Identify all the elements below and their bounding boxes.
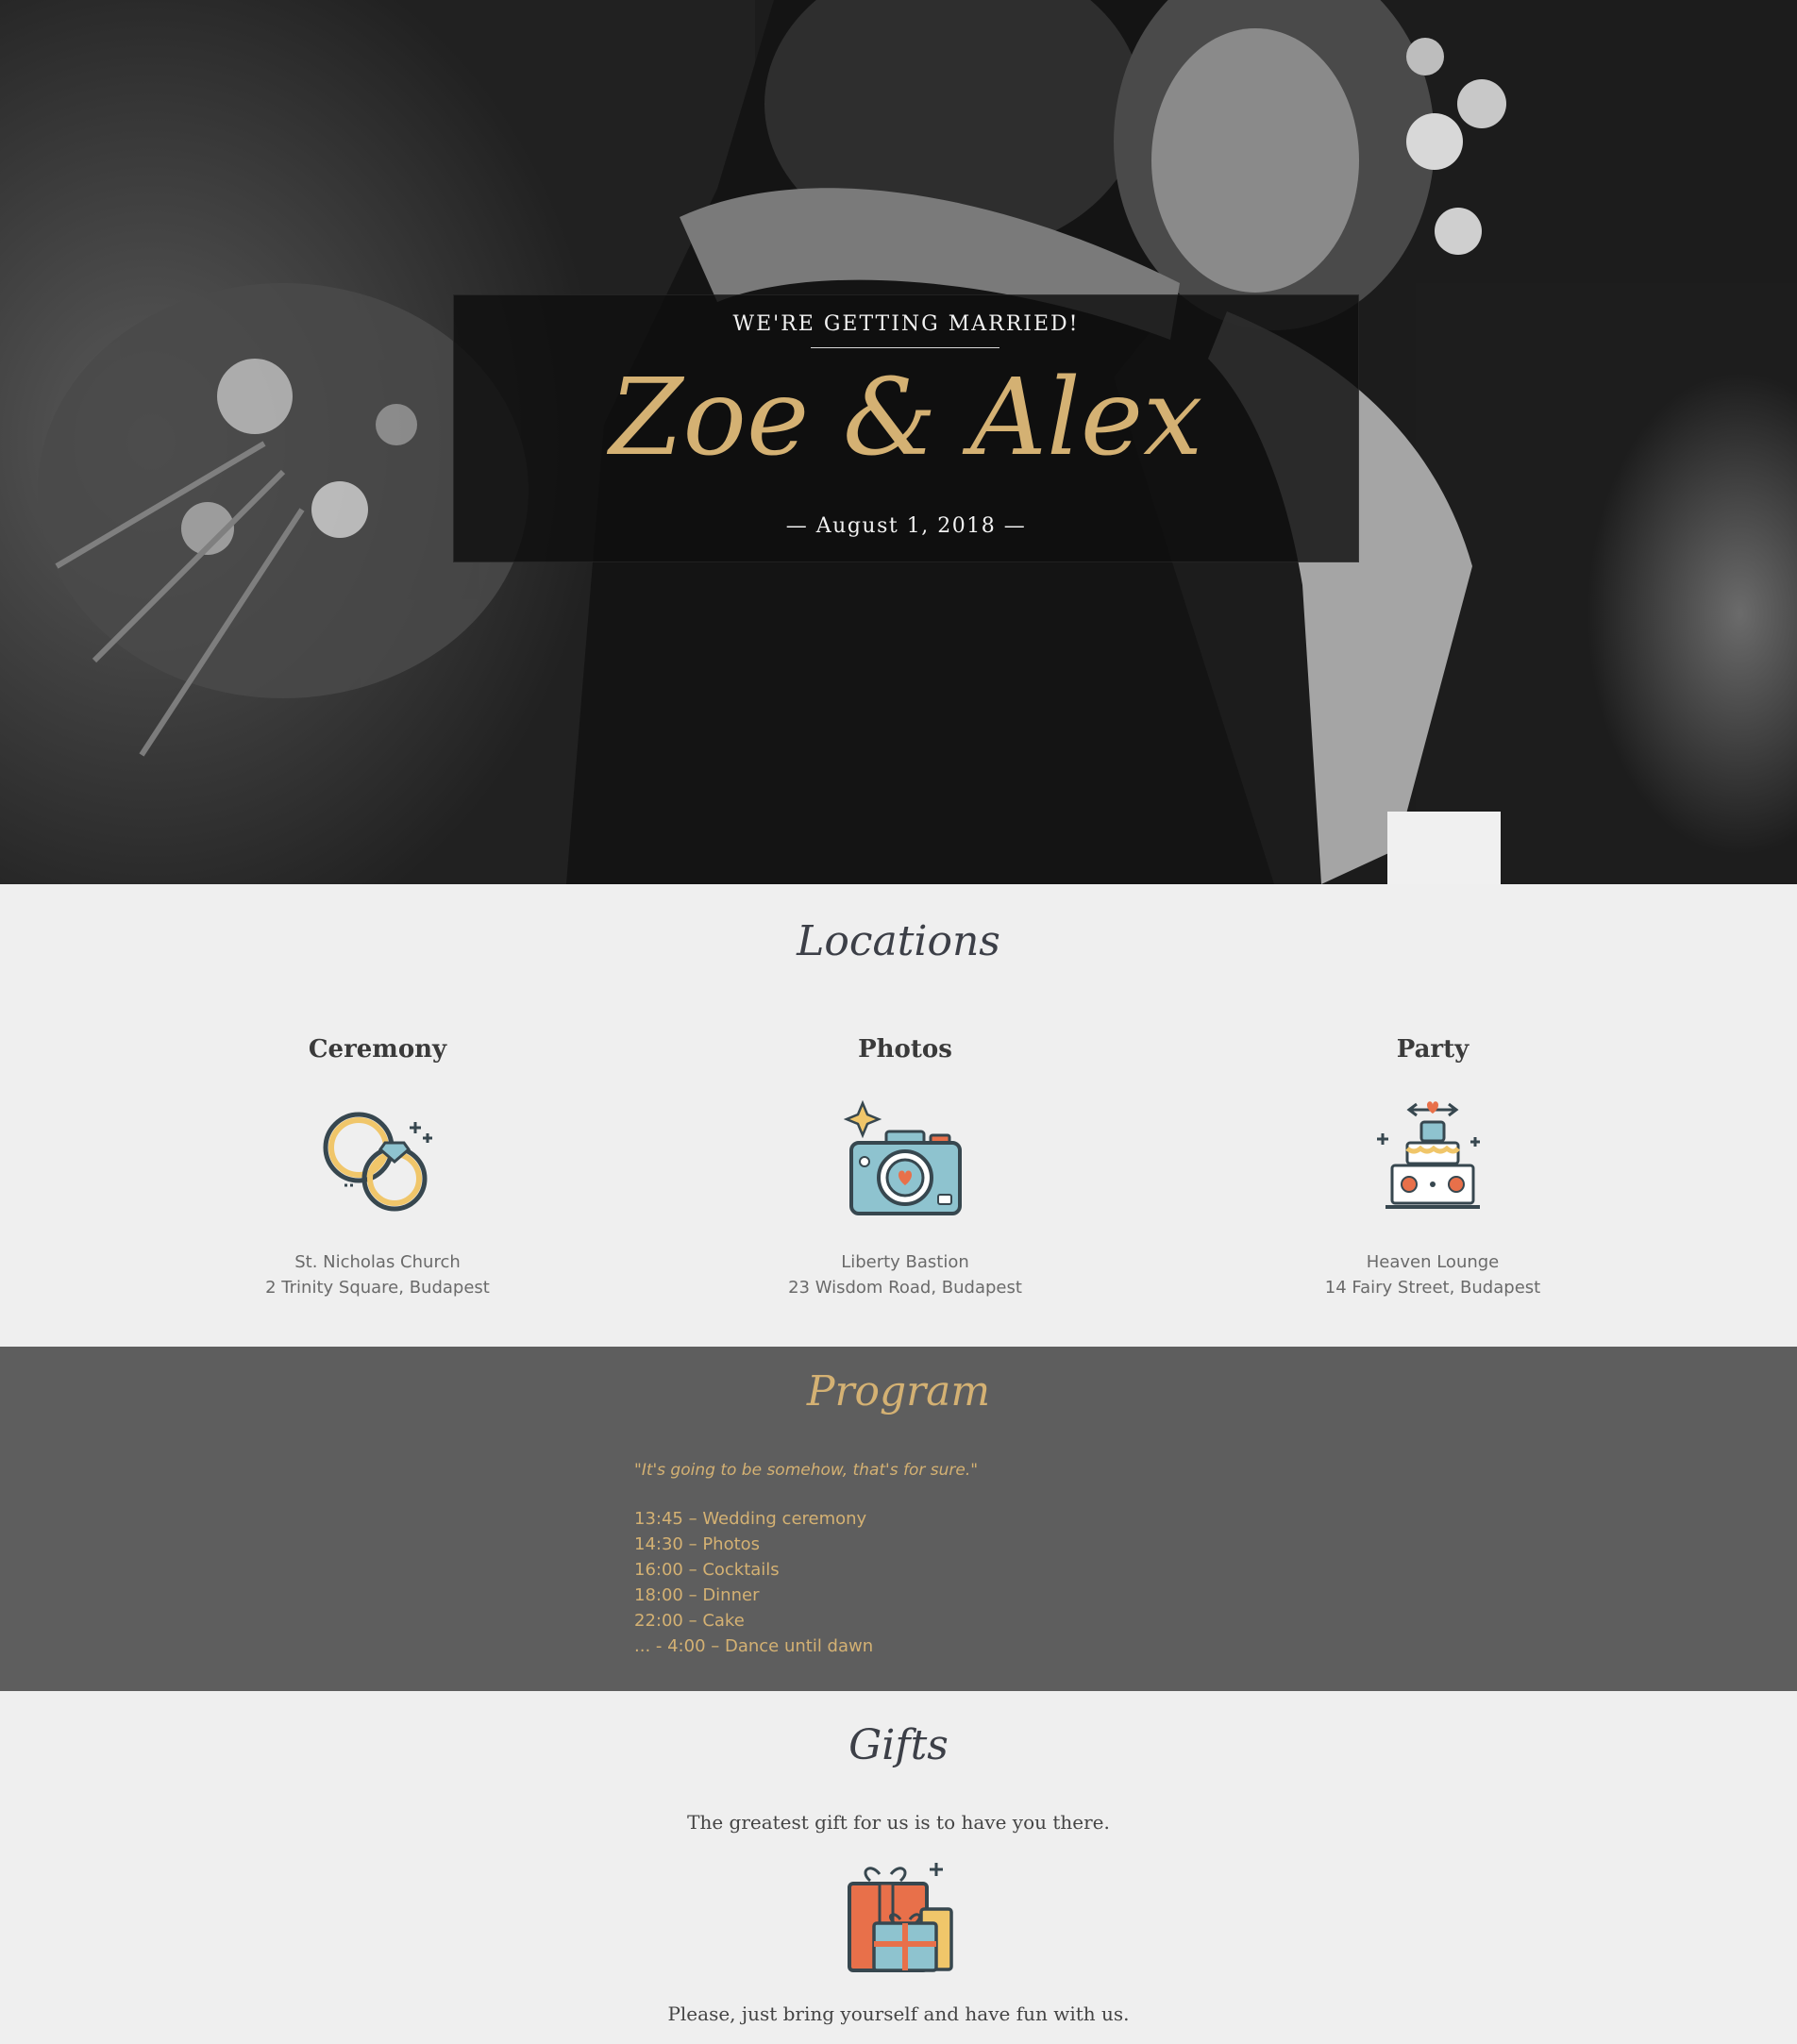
hero-kicker: WE'RE GETTING MARRIED! bbox=[732, 312, 1080, 336]
gifts-intro-text: The greatest gift for us is to have you … bbox=[687, 1811, 1110, 1834]
location-title: Photos bbox=[858, 1035, 952, 1064]
wedding-cake-icon bbox=[1377, 1101, 1480, 1209]
gifts-closing-text: Please, just bring yourself and have fun… bbox=[667, 2002, 1130, 2025]
location-title: Party bbox=[1396, 1035, 1470, 1064]
gifts-title: Gifts bbox=[848, 1721, 949, 1769]
schedule-item: 14:30 – Photos bbox=[634, 1534, 761, 1554]
schedule-item: 13:45 – Wedding ceremony bbox=[634, 1509, 867, 1529]
location-name: St. Nicholas Church bbox=[294, 1252, 461, 1272]
hero-section: WE'RE GETTING MARRIED! Zoe & Alex — Augu… bbox=[0, 0, 1797, 884]
location-address: 2 Trinity Square, Budapest bbox=[265, 1278, 490, 1298]
gift-boxes-icon bbox=[848, 1863, 953, 1972]
location-name: Heaven Lounge bbox=[1366, 1252, 1500, 1272]
schedule-item: 18:00 – Dinner bbox=[634, 1585, 760, 1605]
schedule-item: 22:00 – Cake bbox=[634, 1611, 745, 1631]
location-name: Liberty Bastion bbox=[841, 1252, 969, 1272]
location-address: 14 Fairy Street, Budapest bbox=[1324, 1278, 1541, 1298]
program-section: Program "It's going to be somehow, that'… bbox=[0, 1347, 1797, 1691]
location-photos: Photos Liberty Bastion 23 Wisdom Road, B… bbox=[641, 1035, 1169, 1300]
location-address: 23 Wisdom Road, Budapest bbox=[788, 1278, 1022, 1298]
hero-divider bbox=[811, 347, 999, 348]
couple-names: Zoe & Alex bbox=[609, 357, 1203, 479]
program-title: Program bbox=[806, 1367, 991, 1416]
hero-title-card: WE'RE GETTING MARRIED! Zoe & Alex — Augu… bbox=[453, 294, 1359, 562]
schedule-item: ... - 4:00 – Dance until dawn bbox=[634, 1636, 874, 1656]
wedding-date: — August 1, 2018 — bbox=[785, 514, 1027, 538]
wedding-rings-icon bbox=[323, 1112, 432, 1212]
locations-title: Locations bbox=[797, 917, 1000, 965]
schedule-item: 16:00 – Cocktails bbox=[634, 1560, 780, 1580]
locations-section: Locations Ceremony St. Nicholas Church 2… bbox=[0, 884, 1797, 1347]
location-ceremony: Ceremony St. Nicholas Church 2 Trinity S… bbox=[113, 1035, 642, 1300]
program-quote: "It's going to be somehow, that's for su… bbox=[634, 1461, 979, 1480]
camera-icon bbox=[843, 1099, 962, 1215]
gifts-section: Gifts The greatest gift for us is to hav… bbox=[0, 1691, 1797, 2044]
location-title: Ceremony bbox=[308, 1035, 447, 1064]
location-party: Party Heaven Lounge 14 Fairy Street, Bud… bbox=[1168, 1035, 1697, 1300]
program-schedule: "It's going to be somehow, that's for su… bbox=[634, 1458, 1201, 1659]
